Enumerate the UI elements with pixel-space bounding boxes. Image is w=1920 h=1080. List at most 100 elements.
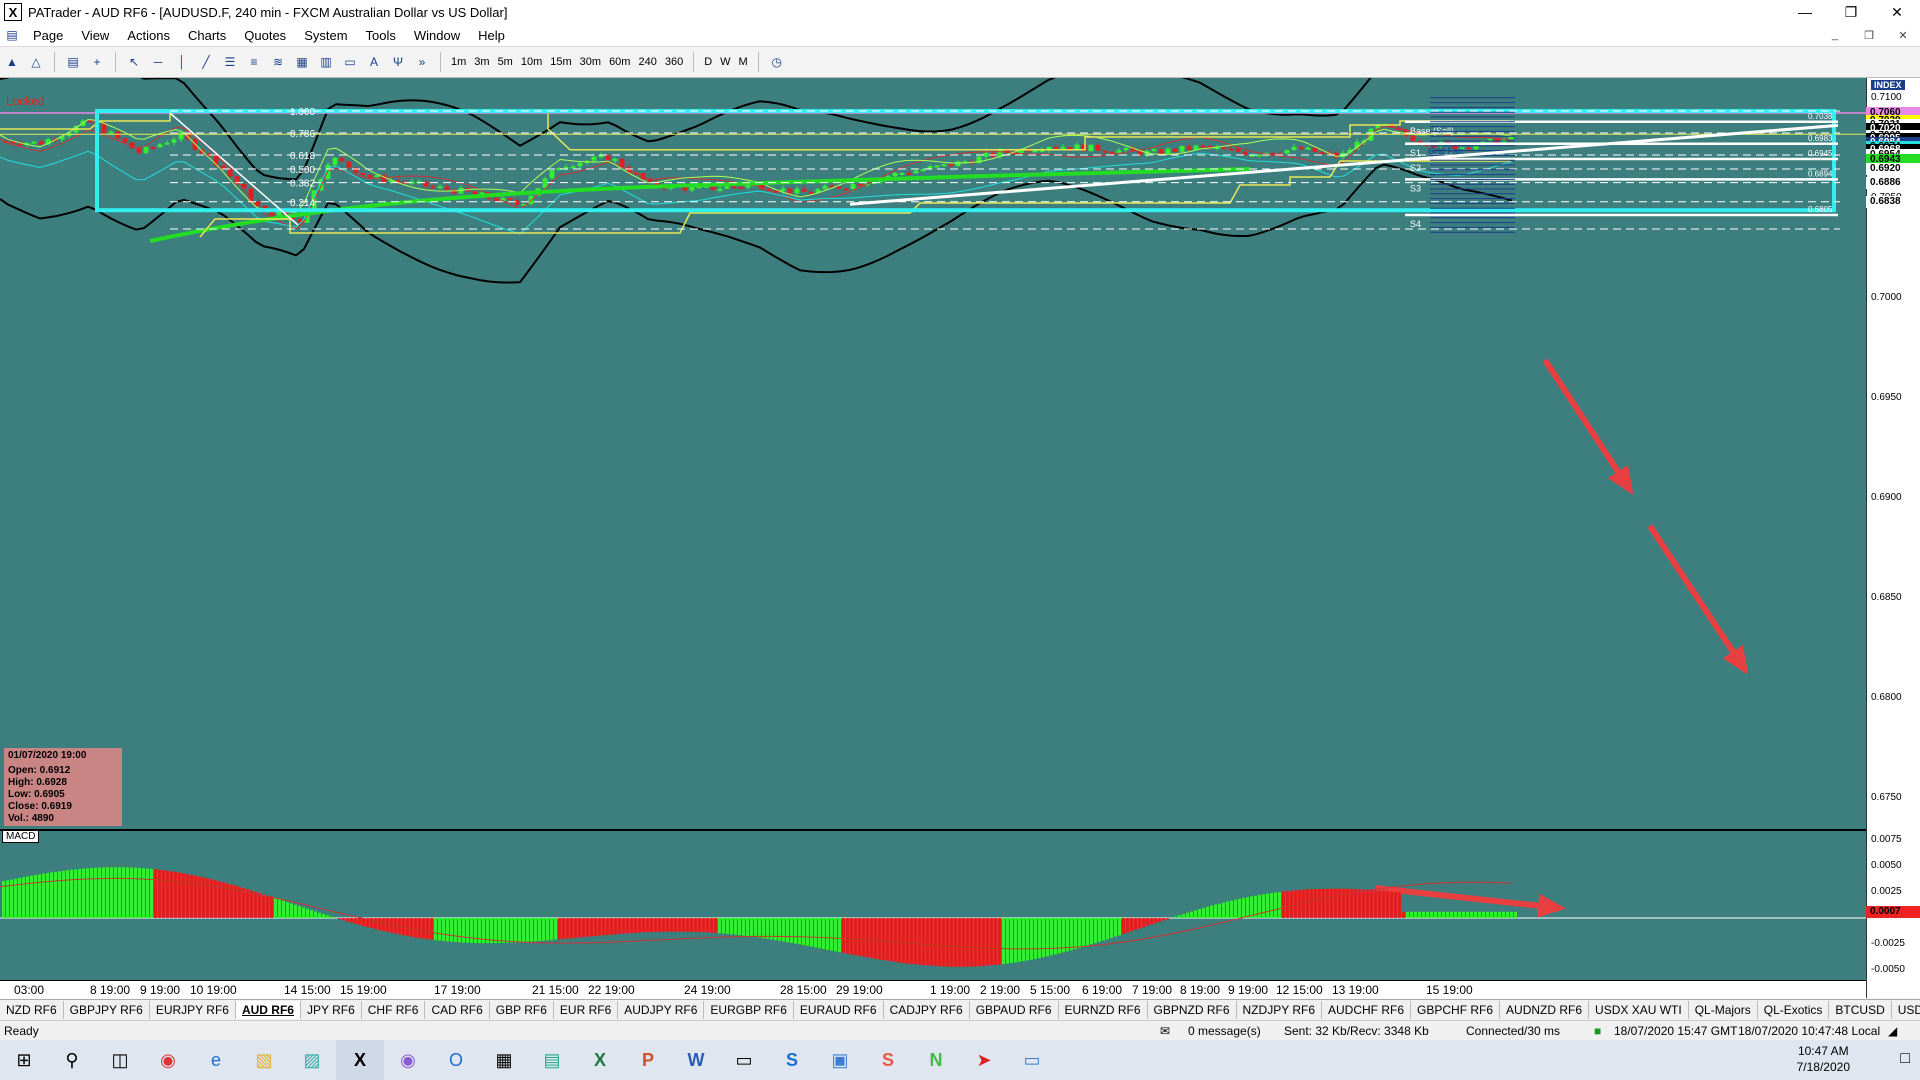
symbol-tab[interactable]: USDX XAU WTI bbox=[1589, 1001, 1689, 1019]
skype-icon[interactable]: S bbox=[768, 1040, 816, 1080]
tf-m[interactable]: M bbox=[735, 56, 752, 68]
cursor-icon[interactable]: ↖ bbox=[124, 52, 144, 72]
tablet-icon[interactable]: ▭ bbox=[720, 1040, 768, 1080]
compare-icon[interactable]: △ bbox=[26, 52, 46, 72]
symbol-tab[interactable]: GBPJPY RF6 bbox=[64, 1001, 150, 1019]
photos-icon[interactable]: ▣ bbox=[816, 1040, 864, 1080]
excel-icon[interactable]: X bbox=[576, 1040, 624, 1080]
symbol-tab[interactable]: EURAUD RF6 bbox=[794, 1001, 884, 1019]
tf-360[interactable]: 360 bbox=[661, 56, 687, 68]
symbol-tab[interactable]: GBPNZD RF6 bbox=[1148, 1001, 1237, 1019]
resize-grip-icon[interactable]: ◢ bbox=[1888, 1024, 1897, 1038]
fib-icon[interactable]: ≡ bbox=[244, 52, 264, 72]
vline-icon[interactable]: │ bbox=[172, 52, 192, 72]
taskbar-clock[interactable]: 10:47 AM 7/18/2020 bbox=[1797, 1043, 1850, 1075]
laptop-icon[interactable]: ▭ bbox=[1008, 1040, 1056, 1080]
symbol-tab[interactable]: BTCUSD bbox=[1829, 1001, 1892, 1019]
channel-icon[interactable]: ☰ bbox=[220, 52, 240, 72]
symbol-tab[interactable]: GBP RF6 bbox=[490, 1001, 554, 1019]
patrader-icon[interactable]: X bbox=[336, 1040, 384, 1080]
powerpoint-icon[interactable]: P bbox=[624, 1040, 672, 1080]
tf-15m[interactable]: 15m bbox=[546, 56, 575, 68]
menu-quotes[interactable]: Quotes bbox=[235, 28, 295, 43]
mdi-minimize-icon[interactable]: _ bbox=[1818, 24, 1852, 46]
symbol-tab[interactable]: EURJPY RF6 bbox=[150, 1001, 236, 1019]
crosshair-icon[interactable]: + bbox=[87, 52, 107, 72]
tf-5m[interactable]: 5m bbox=[494, 56, 517, 68]
menu-help[interactable]: Help bbox=[469, 28, 514, 43]
windows-start-icon[interactable]: ⊞ bbox=[0, 1040, 48, 1080]
more-tools-icon[interactable]: » bbox=[412, 52, 432, 72]
symbol-tab[interactable]: CAD RF6 bbox=[425, 1001, 490, 1019]
symbol-tab[interactable]: CHF RF6 bbox=[362, 1001, 426, 1019]
gann-icon[interactable]: ▦ bbox=[292, 52, 312, 72]
symbol-tab[interactable]: GBPCHF RF6 bbox=[1411, 1001, 1501, 1019]
tf-30m[interactable]: 30m bbox=[576, 56, 605, 68]
chrome-icon[interactable]: ◉ bbox=[144, 1040, 192, 1080]
mail-icon[interactable]: ✉ bbox=[1160, 1024, 1170, 1038]
calculator-icon[interactable]: ▦ bbox=[480, 1040, 528, 1080]
hline-icon[interactable]: ─ bbox=[148, 52, 168, 72]
notification-icon[interactable]: □ bbox=[1900, 1050, 1910, 1068]
symbol-tab[interactable]: GBPAUD RF6 bbox=[970, 1001, 1059, 1019]
menu-tools[interactable]: Tools bbox=[357, 28, 405, 43]
outlook-icon[interactable]: O bbox=[432, 1040, 480, 1080]
symbol-tab[interactable]: QL-Majors bbox=[1689, 1001, 1758, 1019]
symbol-tab[interactable]: EUR RF6 bbox=[554, 1001, 619, 1019]
tf-w[interactable]: W bbox=[716, 56, 734, 68]
menu-page[interactable]: Page bbox=[24, 28, 72, 43]
menu-system[interactable]: System bbox=[295, 28, 356, 43]
search-icon[interactable]: ⚲ bbox=[48, 1040, 96, 1080]
mdi-close-icon[interactable]: ✕ bbox=[1886, 24, 1920, 46]
fib-fan-icon[interactable]: ≋ bbox=[268, 52, 288, 72]
menu-window[interactable]: Window bbox=[405, 28, 469, 43]
symbol-tab[interactable]: USDX RF6 bbox=[1892, 1001, 1920, 1019]
chart-area[interactable]: 1.000 0.786 0.618 0.500 0.382 0.214 Base (Sell… bbox=[0, 35, 1920, 998]
status-messages[interactable]: 0 message(s) bbox=[1188, 1024, 1261, 1038]
close-icon[interactable]: ✕ bbox=[1874, 0, 1920, 24]
task-view-icon[interactable]: ◫ bbox=[96, 1040, 144, 1080]
stocks-icon[interactable]: ▤ bbox=[528, 1040, 576, 1080]
edge-icon[interactable]: e bbox=[192, 1040, 240, 1080]
word-icon[interactable]: W bbox=[672, 1040, 720, 1080]
trendline-icon[interactable]: ╱ bbox=[196, 52, 216, 72]
bird-icon[interactable]: ➤ bbox=[960, 1040, 1008, 1080]
symbol-tab[interactable]: AUD RF6 bbox=[235, 1001, 301, 1019]
symbol-tab[interactable]: EURGBP RF6 bbox=[704, 1001, 794, 1019]
symbol-tab[interactable]: AUDNZD RF6 bbox=[1500, 1001, 1590, 1019]
pitchfork-icon[interactable]: Ψ bbox=[388, 52, 408, 72]
camera-icon[interactable]: ◉ bbox=[384, 1040, 432, 1080]
menu-actions[interactable]: Actions bbox=[118, 28, 179, 43]
folder-icon[interactable]: ▧ bbox=[240, 1040, 288, 1080]
s-app-icon[interactable]: S bbox=[864, 1040, 912, 1080]
cycle-icon[interactable]: ▥ bbox=[316, 52, 336, 72]
tf-10m[interactable]: 10m bbox=[517, 56, 546, 68]
menu-view[interactable]: View bbox=[72, 28, 118, 43]
symbol-tab[interactable]: JPY RF6 bbox=[301, 1001, 362, 1019]
symbol-tab[interactable]: NZD RF6 bbox=[0, 1001, 64, 1019]
text-icon[interactable]: A bbox=[364, 52, 384, 72]
menu-charts[interactable]: Charts bbox=[179, 28, 235, 43]
tf-3m[interactable]: 3m bbox=[470, 56, 493, 68]
symbol-tab[interactable]: EURNZD RF6 bbox=[1059, 1001, 1148, 1019]
mdi-restore-icon[interactable]: ❐ bbox=[1852, 24, 1886, 46]
tf-60m[interactable]: 60m bbox=[605, 56, 634, 68]
time-axis[interactable]: 03:00 8 19:00 9 19:00 10 19:00 14 15:00 … bbox=[0, 980, 1866, 999]
indicator-icon[interactable]: ▤ bbox=[63, 52, 83, 72]
minimize-icon[interactable]: — bbox=[1782, 0, 1828, 24]
maximize-icon[interactable]: ❐ bbox=[1828, 0, 1874, 24]
chart-type-icon[interactable]: ▲ bbox=[2, 52, 22, 72]
symbol-tab[interactable]: AUDJPY RF6 bbox=[618, 1001, 705, 1019]
n-app-icon[interactable]: N bbox=[912, 1040, 960, 1080]
symbol-tab[interactable]: NZDJPY RF6 bbox=[1237, 1001, 1322, 1019]
clock-icon[interactable]: ◷ bbox=[767, 52, 787, 72]
app-icon[interactable]: ▨ bbox=[288, 1040, 336, 1080]
tf-d[interactable]: D bbox=[700, 56, 716, 68]
tf-240[interactable]: 240 bbox=[634, 56, 660, 68]
price-chart[interactable]: 1.000 0.786 0.618 0.500 0.382 0.214 Base (Sell… bbox=[0, 35, 1866, 998]
symbol-tab[interactable]: CADJPY RF6 bbox=[884, 1001, 970, 1019]
price-axis[interactable]: INDEX 0.7100 0.7050 0.7000 0.6950 0.6900… bbox=[1866, 78, 1920, 998]
tf-1m[interactable]: 1m bbox=[447, 56, 470, 68]
symbol-tab[interactable]: AUDCHF RF6 bbox=[1322, 1001, 1412, 1019]
pane-divider[interactable] bbox=[0, 829, 1866, 831]
